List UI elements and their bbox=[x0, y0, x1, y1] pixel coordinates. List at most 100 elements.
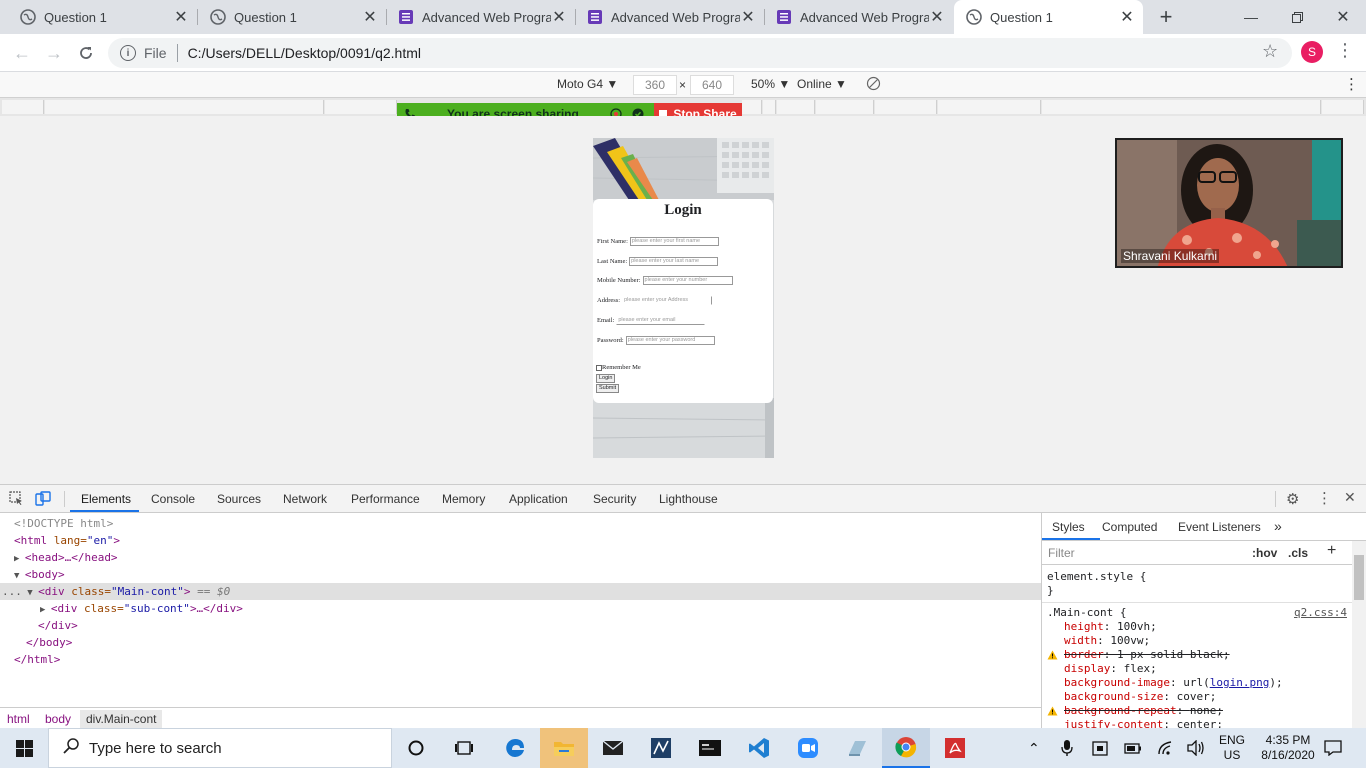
media-query-segment[interactable] bbox=[325, 100, 397, 114]
style-prop-height[interactable]: height: 100vh; bbox=[1064, 620, 1157, 634]
style-prop-background-size[interactable]: background-size: cover; bbox=[1064, 690, 1216, 704]
acrobat-icon[interactable] bbox=[931, 728, 979, 768]
media-query-segment[interactable] bbox=[2, 100, 44, 114]
media-query-segment[interactable] bbox=[777, 100, 815, 114]
chrome-icon[interactable] bbox=[882, 728, 930, 768]
breadcrumb-main-cont[interactable]: div.Main-cont bbox=[80, 710, 163, 728]
media-query-segment[interactable] bbox=[763, 100, 776, 114]
notifications-icon[interactable] bbox=[1324, 728, 1342, 768]
zoom-select[interactable]: 50% ▼ bbox=[751, 77, 790, 91]
tab-event-listeners[interactable]: Event Listeners bbox=[1178, 520, 1261, 534]
rule-source-link[interactable]: q2.css:4 bbox=[1294, 606, 1347, 620]
edge-icon[interactable] bbox=[491, 728, 539, 768]
vscode-icon[interactable] bbox=[735, 728, 783, 768]
forward-button[interactable]: → bbox=[40, 39, 68, 67]
bookmark-star-icon[interactable]: ☆ bbox=[1262, 41, 1278, 62]
dom-sub-cont[interactable]: ▶ <div class="sub-cont">…</div> bbox=[0, 600, 1041, 617]
media-query-segment[interactable] bbox=[45, 100, 324, 114]
clipboard-icon[interactable] bbox=[1092, 728, 1108, 768]
style-prop-background-image[interactable]: background-image: url(login.png); bbox=[1064, 676, 1283, 690]
new-tab-button[interactable]: + bbox=[1153, 4, 1179, 30]
browser-menu-icon[interactable]: ⋮ bbox=[1336, 40, 1354, 61]
dom-html-close[interactable]: </html> bbox=[0, 651, 1041, 668]
webcam-preview[interactable]: Shravani Kulkarni bbox=[1115, 138, 1343, 268]
media-query-segment[interactable] bbox=[1042, 100, 1321, 114]
first-name-field[interactable]: please enter your first name bbox=[629, 237, 719, 246]
media-query-segment[interactable] bbox=[938, 100, 1041, 114]
more-tabs-icon[interactable]: » bbox=[1274, 518, 1282, 534]
gear-icon[interactable]: ⚙ bbox=[1286, 490, 1299, 508]
device-menu-icon[interactable]: ⋮ bbox=[1344, 75, 1359, 93]
device-toggle-icon[interactable] bbox=[35, 491, 51, 509]
device-height-input[interactable]: 640 bbox=[690, 75, 734, 95]
address-url[interactable]: C:/Users/DELL/Desktop/0091/q2.html bbox=[188, 45, 421, 61]
styles-scrollbar[interactable] bbox=[1352, 541, 1366, 729]
password-field[interactable]: please enter your password bbox=[625, 336, 715, 345]
info-icon[interactable]: i bbox=[120, 45, 136, 61]
media-query-segment[interactable] bbox=[1322, 100, 1364, 114]
expand-triangle-icon[interactable]: ▶ bbox=[14, 554, 25, 564]
device-width-input[interactable]: 360 bbox=[633, 75, 677, 95]
input-language[interactable]: ENG US bbox=[1219, 728, 1245, 768]
close-icon[interactable]: ✕ bbox=[362, 9, 378, 26]
tab-sources[interactable]: Sources bbox=[217, 492, 261, 506]
row-menu-icon[interactable]: ... bbox=[2, 585, 22, 598]
clock[interactable]: 4:35 PM 8/16/2020 bbox=[1256, 728, 1320, 768]
cls-toggle[interactable]: .cls bbox=[1288, 546, 1308, 560]
rotate-icon[interactable] bbox=[866, 76, 881, 94]
login-button[interactable]: Login bbox=[596, 374, 616, 383]
windows-start-icon[interactable] bbox=[0, 728, 48, 768]
wifi-icon[interactable] bbox=[1157, 728, 1175, 768]
tab-network[interactable]: Network bbox=[283, 492, 327, 506]
inspect-icon[interactable] bbox=[9, 491, 24, 509]
tab-styles[interactable]: Styles bbox=[1052, 520, 1085, 534]
rule-selector[interactable]: .Main-cont { bbox=[1047, 606, 1126, 620]
collapse-triangle-icon[interactable]: ▼ bbox=[14, 571, 25, 581]
dom-body-close[interactable]: </body> bbox=[0, 634, 1041, 651]
tab-console[interactable]: Console bbox=[151, 492, 195, 506]
hov-toggle[interactable]: :hov bbox=[1252, 546, 1277, 560]
close-icon[interactable]: ✕ bbox=[740, 9, 756, 26]
show-hidden-icons[interactable]: ⌃ bbox=[1028, 728, 1040, 768]
expand-triangle-icon[interactable]: ▶ bbox=[40, 605, 51, 615]
back-button[interactable]: ← bbox=[8, 39, 36, 67]
close-icon[interactable]: ✕ bbox=[173, 9, 189, 26]
new-rule-button[interactable]: + bbox=[1327, 542, 1336, 560]
dom-head[interactable]: ▶ <head>…</head> bbox=[0, 549, 1041, 566]
maximize-button[interactable] bbox=[1274, 0, 1320, 34]
close-icon[interactable]: ✕ bbox=[1344, 489, 1356, 506]
tab-question-1-active[interactable]: Question 1 ✕ bbox=[954, 0, 1143, 34]
dom-main-cont-selected[interactable]: ... ▼ <div class="Main-cont"> == $0 bbox=[0, 583, 1041, 600]
tab-computed[interactable]: Computed bbox=[1102, 520, 1157, 534]
cortana-icon[interactable] bbox=[392, 728, 440, 768]
reload-button[interactable] bbox=[72, 39, 100, 67]
tab-application[interactable]: Application bbox=[509, 492, 568, 506]
breadcrumb-html[interactable]: html bbox=[7, 712, 30, 726]
tab-advanced-web-c[interactable]: Advanced Web Program ✕ bbox=[764, 0, 953, 34]
battery-icon[interactable] bbox=[1124, 728, 1142, 768]
style-prop-display[interactable]: display: flex; bbox=[1064, 662, 1157, 676]
dom-doctype[interactable]: <!DOCTYPE html> bbox=[0, 515, 1041, 532]
element-style-rule[interactable]: element.style { bbox=[1047, 570, 1146, 584]
tab-security[interactable]: Security bbox=[593, 492, 636, 506]
tab-elements[interactable]: Elements bbox=[81, 492, 131, 506]
style-prop-background-repeat[interactable]: background-repeat: none; bbox=[1064, 704, 1223, 718]
tab-question-1-a[interactable]: Question 1 ✕ bbox=[0, 0, 197, 34]
tab-lighthouse[interactable]: Lighthouse bbox=[659, 492, 718, 506]
close-icon[interactable]: ✕ bbox=[1119, 9, 1135, 26]
style-prop-width[interactable]: width: 100vw; bbox=[1064, 634, 1150, 648]
submit-button[interactable]: Submit bbox=[596, 384, 620, 393]
address-field[interactable]: please enter your Address bbox=[622, 296, 713, 305]
devtools-menu-icon[interactable]: ⋮ bbox=[1317, 489, 1332, 507]
taskbar-search-box[interactable]: Type here to search bbox=[48, 728, 392, 768]
media-query-segment[interactable] bbox=[816, 100, 874, 114]
email-field[interactable]: please enter your email bbox=[616, 316, 706, 325]
dom-html[interactable]: <html lang="en"> bbox=[0, 532, 1041, 549]
media-query-segment[interactable] bbox=[742, 100, 762, 114]
network-select[interactable]: Online ▼ bbox=[797, 77, 847, 91]
file-explorer-icon[interactable] bbox=[540, 728, 588, 768]
tab-question-1-b[interactable]: Question 1 ✕ bbox=[197, 0, 386, 34]
tab-advanced-web-b[interactable]: Advanced Web Program ✕ bbox=[575, 0, 764, 34]
prop-link[interactable]: login.png bbox=[1210, 676, 1270, 689]
avatar[interactable]: S bbox=[1301, 41, 1323, 63]
